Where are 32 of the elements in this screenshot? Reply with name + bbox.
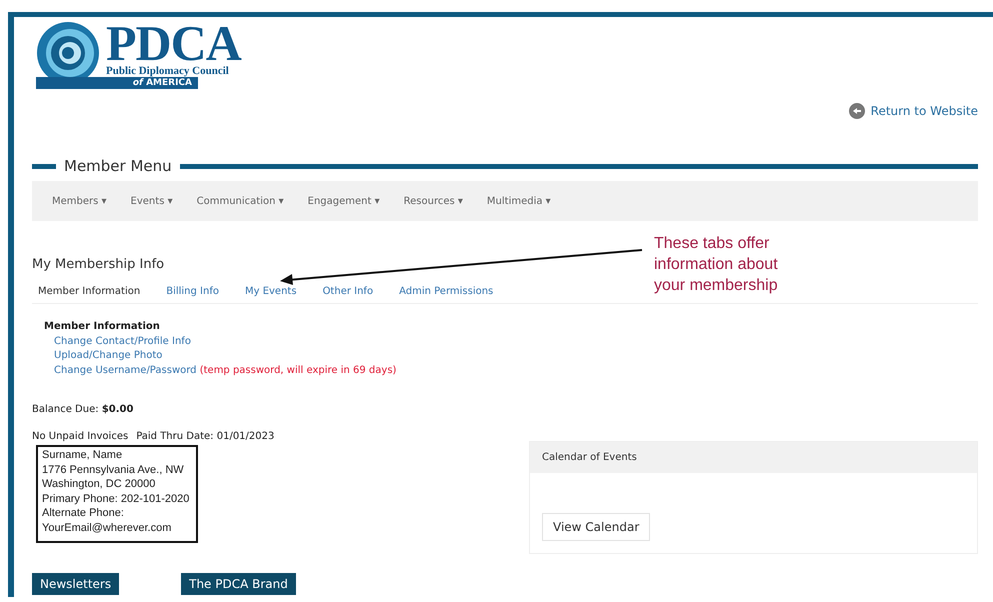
menu-item[interactable]: Communication ▾	[190, 194, 290, 208]
paid-thru-date: Paid Thru Date: 01/01/2023	[136, 431, 274, 442]
tab[interactable]: My Events	[238, 286, 303, 297]
nav-button[interactable]: The PDCA Brand	[181, 573, 296, 595]
menu-item[interactable]: Members ▾	[46, 194, 113, 208]
logo-band: of AMERICA	[36, 77, 198, 89]
logo-wordmark: PDCA	[106, 21, 241, 65]
heading-dash	[32, 164, 56, 168]
logo-subtitle: Public Diplomacy Council	[106, 65, 230, 77]
menu-item[interactable]: Events ▾	[124, 194, 179, 208]
tab[interactable]: Admin Permissions	[393, 286, 500, 297]
profile-link[interactable]: Upload/Change Photo	[54, 350, 162, 361]
menu-item[interactable]: Resources ▾	[398, 194, 469, 208]
profile-link[interactable]: Change Username/Password	[54, 364, 197, 376]
warning-note: (temp password, will expire in 69 days)	[200, 364, 396, 376]
tab[interactable]: Member Information	[32, 286, 146, 297]
return-to-website-link[interactable]: Return to Website	[848, 103, 978, 119]
annotation-text: These tabs offer information about your membership	[654, 234, 779, 296]
view-calendar-button[interactable]: View Calendar	[542, 513, 650, 541]
tab[interactable]: Other Info	[316, 286, 380, 297]
address-box: Surname, Name 1776 Pennsylvania Ave., NW Washington, DC 20000 Primary Phone: 202-101-2020 Alternate Phone: YourEmail@wherever.com	[36, 445, 198, 543]
section-title: Member Information	[44, 320, 161, 334]
page-heading: My Membership Info	[32, 257, 164, 272]
menu-item[interactable]: Multimedia ▾	[480, 194, 557, 208]
balance-text: Balance Due: $0.00	[32, 404, 134, 415]
member-menu-heading: Member Menu	[64, 157, 172, 175]
invoice-status: No Unpaid Invoices	[32, 431, 128, 442]
menu-item[interactable]: Engagement ▾	[302, 194, 386, 208]
tab[interactable]: Billing Info	[160, 286, 225, 297]
panel-title: Calendar of Events	[542, 452, 637, 463]
profile-link[interactable]: Change Contact/Profile Info	[54, 336, 191, 346]
nav-button[interactable]: Newsletters	[32, 573, 120, 595]
